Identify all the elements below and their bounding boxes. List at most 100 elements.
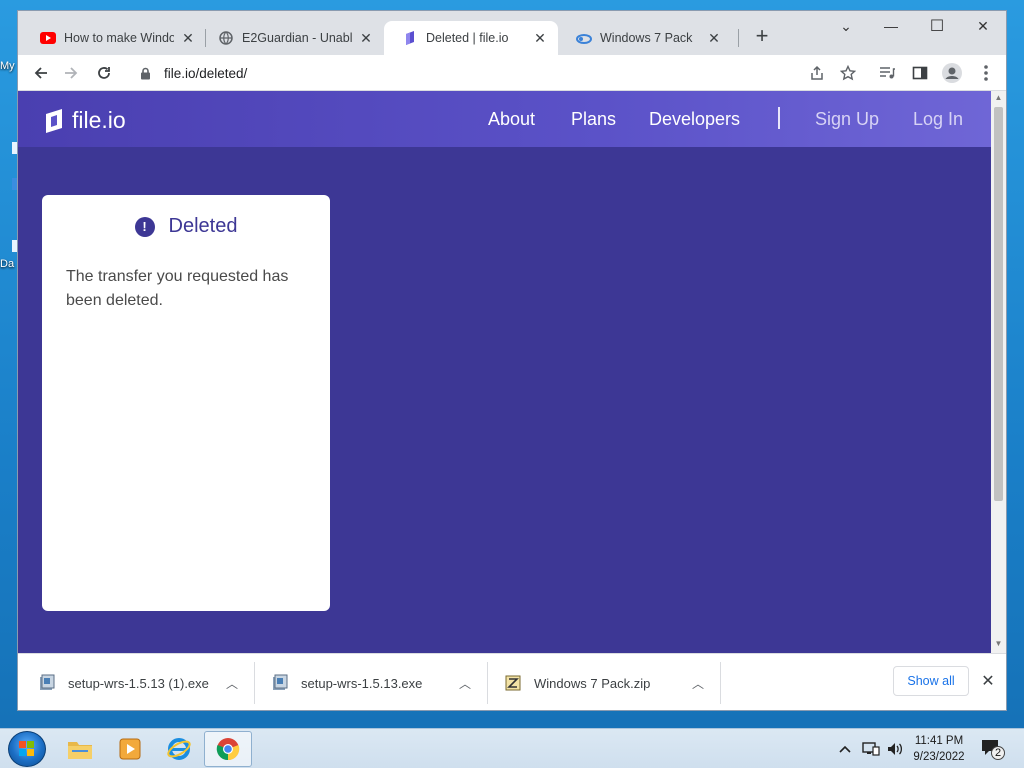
- download-item[interactable]: setup-wrs-1.5.13 (1).exe ︿: [38, 654, 253, 710]
- chevron-up-icon[interactable]: ︿: [459, 675, 471, 692]
- download-separator: [720, 662, 721, 704]
- download-separator: [487, 662, 488, 704]
- tab-fileio-active[interactable]: Deleted | file.io ✕: [384, 21, 558, 55]
- side-panel-icon: [912, 66, 928, 80]
- profile-button[interactable]: [939, 61, 965, 85]
- show-all-downloads-button[interactable]: Show all: [893, 666, 969, 696]
- tab-title: E2Guardian - Unable: [242, 31, 352, 45]
- chevron-up-icon[interactable]: ︿: [692, 675, 704, 692]
- tab-youtube[interactable]: How to make Windo ✕: [22, 21, 206, 55]
- tab-e2guardian[interactable]: E2Guardian - Unable ✕: [200, 21, 384, 55]
- bookmark-button[interactable]: [835, 61, 861, 85]
- deleted-card: ! Deleted The transfer you requested has…: [42, 195, 330, 611]
- fileio-logo-icon: [46, 108, 62, 133]
- card-title: Deleted: [168, 215, 238, 237]
- show-hidden-icons[interactable]: [838, 729, 852, 768]
- media-queue-icon: [880, 67, 895, 79]
- globe-icon: [218, 30, 234, 46]
- download-shelf: setup-wrs-1.5.13 (1).exe ︿ setup-wrs-1.5…: [18, 653, 1006, 710]
- close-tab-icon[interactable]: ✕: [358, 30, 374, 47]
- maximize-button[interactable]: ☐: [914, 11, 960, 41]
- fileio-icon: [402, 30, 418, 46]
- taskbar-chrome[interactable]: [204, 731, 252, 767]
- nav-divider: [778, 107, 780, 129]
- logo-text: file.io: [72, 107, 126, 133]
- download-item[interactable]: Windows 7 Pack.zip ︿: [504, 654, 719, 710]
- kebab-menu-icon: [984, 65, 988, 81]
- site-header: file.io About Plans Developers Sign Up L…: [18, 91, 991, 147]
- scroll-down-icon[interactable]: ▼: [994, 639, 1003, 649]
- tab-title: How to make Windo: [64, 31, 174, 45]
- tab-title: Windows 7 Pack: [600, 31, 693, 45]
- notification-count: 2: [994, 747, 1002, 759]
- reload-icon: [98, 67, 110, 79]
- zip-icon: [505, 675, 521, 691]
- nav-developers[interactable]: Developers: [649, 109, 740, 130]
- reload-button[interactable]: [91, 61, 117, 85]
- installer-icon: [273, 674, 288, 690]
- start-button[interactable]: [8, 731, 46, 767]
- close-window-button[interactable]: ✕: [960, 11, 1006, 41]
- tab-title: Deleted | file.io: [426, 31, 509, 45]
- network-tray[interactable]: [862, 729, 880, 768]
- download-item[interactable]: setup-wrs-1.5.13.exe ︿: [271, 654, 486, 710]
- chevron-up-icon[interactable]: ︿: [226, 675, 238, 692]
- star-icon: [840, 65, 856, 81]
- browser-window: How to make Windo ✕ E2Guardian - Unable …: [17, 10, 1007, 711]
- share-button[interactable]: [804, 61, 830, 85]
- scroll-up-icon[interactable]: ▲: [994, 93, 1003, 103]
- new-tab-button[interactable]: +: [750, 25, 774, 49]
- cloud-icon: [576, 30, 592, 46]
- forward-button[interactable]: [58, 61, 84, 85]
- installer-icon: [40, 674, 55, 690]
- taskbar-internet-explorer[interactable]: [155, 731, 203, 767]
- chevron-up-icon: [839, 745, 851, 753]
- lock-icon: [140, 67, 154, 80]
- back-arrow-icon: [34, 67, 47, 79]
- nav-signup[interactable]: Sign Up: [815, 109, 879, 130]
- download-filename: Windows 7 Pack.zip: [534, 675, 651, 691]
- speaker-icon: [888, 743, 903, 755]
- download-filename: setup-wrs-1.5.13.exe: [301, 675, 423, 691]
- close-tab-icon[interactable]: ✕: [706, 30, 722, 47]
- nav-about[interactable]: About: [488, 109, 535, 130]
- address-text: file.io/deleted/: [164, 65, 248, 81]
- download-separator: [254, 662, 255, 704]
- taskbar-media-player[interactable]: [106, 731, 154, 767]
- avatar-icon: [942, 63, 962, 83]
- tab-windows7pack[interactable]: Windows 7 Pack ✕: [558, 21, 732, 55]
- site-logo[interactable]: file.io: [42, 107, 126, 134]
- clock[interactable]: 11:41 PM 9/23/2022: [908, 733, 970, 765]
- tab-search-button[interactable]: ⌄: [823, 11, 869, 41]
- card-message: The transfer you requested has been dele…: [66, 268, 289, 309]
- action-center[interactable]: 2: [980, 737, 1006, 761]
- tab-strip: How to make Windo ✕ E2Guardian - Unable …: [18, 11, 1006, 55]
- close-tab-icon[interactable]: ✕: [532, 30, 548, 47]
- alert-icon: !: [134, 216, 155, 237]
- desktop-icon-label-fragment: My: [0, 60, 15, 72]
- back-button[interactable]: [28, 61, 54, 85]
- taskbar-file-explorer[interactable]: [56, 731, 104, 767]
- close-tab-icon[interactable]: ✕: [180, 30, 196, 47]
- forward-arrow-icon: [65, 67, 78, 79]
- network-icon: [862, 742, 880, 756]
- menu-button[interactable]: [973, 61, 999, 85]
- download-filename: setup-wrs-1.5.13 (1).exe: [68, 675, 209, 691]
- media-button[interactable]: [874, 61, 900, 85]
- share-icon: [811, 65, 823, 80]
- desktop-icon-label-fragment: Da: [0, 258, 15, 270]
- address-bar[interactable]: file.io/deleted/: [128, 59, 834, 87]
- nav-login[interactable]: Log In: [913, 109, 963, 130]
- internet-explorer-icon: [167, 738, 191, 760]
- clock-time: 11:41 PM: [914, 735, 964, 747]
- scrollbar-thumb[interactable]: [994, 107, 1003, 501]
- minimize-button[interactable]: —: [868, 11, 914, 41]
- nav-plans[interactable]: Plans: [571, 109, 616, 130]
- windows-logo-icon: [19, 741, 34, 756]
- youtube-icon: [40, 30, 56, 46]
- side-panel-button[interactable]: [907, 61, 933, 85]
- chrome-icon: [216, 738, 240, 761]
- page-scrollbar[interactable]: ▲ ▼: [991, 91, 1006, 653]
- close-shelf-icon[interactable]: ✕: [976, 670, 1000, 694]
- volume-tray[interactable]: [886, 729, 904, 768]
